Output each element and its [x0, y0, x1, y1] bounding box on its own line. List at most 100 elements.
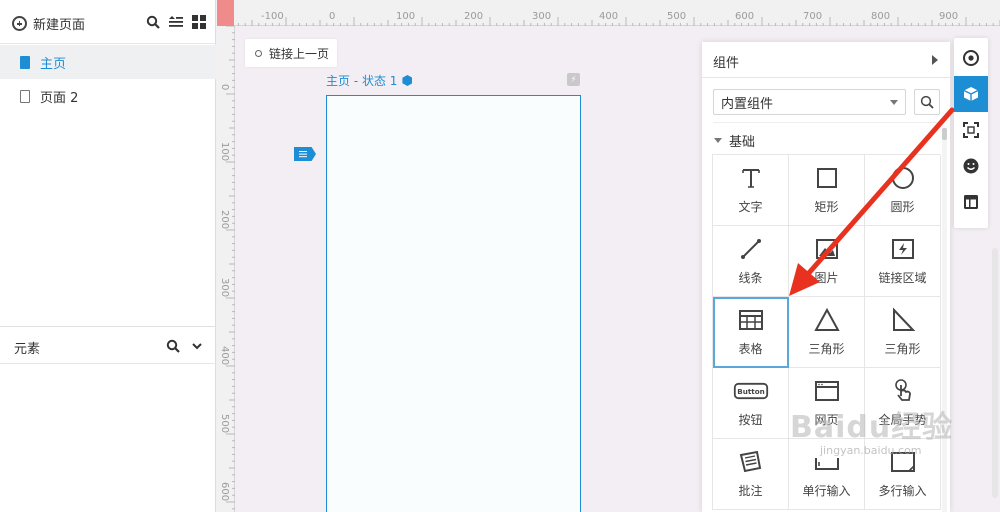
chevron-right-icon[interactable]	[932, 55, 938, 65]
ruler-label: 300	[532, 11, 552, 22]
link-area-icon	[891, 239, 914, 259]
search-icon	[920, 95, 934, 109]
gesture-icon	[894, 379, 911, 401]
ruler-label: -100	[261, 11, 284, 22]
grid-view-icon[interactable]	[192, 15, 206, 29]
ruler-label: 200	[464, 11, 484, 22]
component-scrollbar[interactable]	[942, 128, 947, 512]
webpage-icon	[814, 381, 839, 401]
component-note[interactable]: 批注	[713, 439, 789, 510]
toolbar-transform-button[interactable]	[954, 112, 988, 148]
library-select-value: 内置组件	[721, 96, 774, 112]
watermark: Baidu经验	[790, 410, 954, 445]
watermark-url: jingyan.baidu.com	[820, 444, 922, 457]
ruler-label: 0	[219, 84, 230, 91]
top-ruler: -100 0 100 200 300 400 500 600 700 800 9…	[217, 0, 1000, 26]
ruler-label: 900	[939, 11, 959, 22]
component-line[interactable]: 线条	[713, 226, 789, 297]
toolbar-target-button[interactable]	[954, 40, 988, 76]
toolbar-layout-button[interactable]	[954, 184, 988, 220]
chevron-down-icon[interactable]	[190, 339, 204, 353]
component-label: 图片	[814, 271, 839, 285]
component-search-button[interactable]	[914, 89, 940, 115]
ruler-label: 0	[329, 11, 336, 22]
component-label: 矩形	[814, 200, 839, 214]
component-label: 线条	[738, 271, 763, 285]
circle-dot-icon	[255, 49, 262, 57]
toolbar-emoji-button[interactable]	[954, 148, 988, 184]
page-item-label: 页面 2	[40, 90, 79, 106]
component-label: 三角形	[884, 342, 921, 356]
section-label: 基础	[729, 135, 756, 150]
library-select[interactable]: 内置组件	[713, 89, 906, 115]
target-icon	[963, 50, 979, 66]
new-page-button[interactable]: 新建页面	[12, 14, 85, 33]
note-icon	[739, 450, 761, 473]
ruler-label: 100	[396, 11, 416, 22]
ruler-label: 100	[219, 142, 230, 162]
transform-icon	[963, 122, 979, 138]
ruler-label: 500	[667, 11, 687, 22]
ruler-label: 600	[219, 482, 230, 502]
left-sidebar: 新建页面 主页 页面 2 元素	[0, 0, 216, 512]
state-label-text: 主页 - 状态 1	[326, 74, 398, 88]
component-link-area[interactable]: 链接区域	[865, 226, 941, 297]
component-label: 批注	[738, 484, 763, 498]
text-icon	[741, 169, 760, 188]
emoji-icon	[963, 158, 979, 174]
component-right-triangle[interactable]: 三角形	[865, 297, 941, 368]
component-circle[interactable]: 圆形	[865, 155, 941, 226]
caret-down-icon	[890, 100, 898, 105]
document-icon	[20, 55, 30, 69]
component-label: 圆形	[890, 200, 915, 214]
ruler-label: 600	[735, 11, 755, 22]
ruler-ticks	[226, 26, 235, 510]
plus-circle-icon	[12, 16, 27, 31]
ruler-label: 500	[219, 414, 230, 434]
right-triangle-icon	[892, 307, 915, 331]
component-table[interactable]: 表格	[713, 297, 789, 368]
elements-title: 元素	[14, 342, 41, 357]
sort-list-icon[interactable]	[169, 15, 183, 29]
page-scrollbar[interactable]	[992, 248, 998, 498]
component-label: 表格	[738, 342, 763, 356]
ruler-label: 200	[219, 210, 230, 230]
page-item-page2[interactable]: 页面 2	[0, 79, 216, 113]
component-text[interactable]: 文字	[713, 155, 789, 226]
flag-menu-icon[interactable]	[294, 147, 316, 161]
link-prev-label: 链接上一页	[269, 46, 330, 61]
pages-header: 新建页面	[0, 0, 216, 44]
artboard-state-label[interactable]: 主页 - 状态 1	[326, 72, 413, 89]
artboard[interactable]	[326, 95, 581, 512]
link-previous-page-button[interactable]: 链接上一页	[245, 39, 337, 67]
section-basic-toggle[interactable]: 基础	[714, 131, 755, 150]
search-icon[interactable]	[166, 339, 180, 353]
page-item-home[interactable]: 主页	[0, 45, 216, 79]
search-icon[interactable]	[146, 15, 160, 29]
component-rectangle[interactable]: 矩形	[789, 155, 865, 226]
lightning-icon[interactable]: ⚡	[567, 73, 580, 86]
line-icon	[740, 239, 761, 259]
elements-header: 元素	[0, 326, 216, 364]
left-ruler: 0 100 200 300 400 500 600	[217, 26, 235, 512]
component-label: 链接区域	[878, 271, 927, 285]
component-triangle[interactable]: 三角形	[789, 297, 865, 368]
divider	[713, 122, 939, 123]
component-button[interactable]: Button 按钮	[713, 368, 789, 439]
component-panel-header: 组件	[702, 42, 950, 78]
toolbar-components-button[interactable]	[954, 76, 988, 112]
component-label: 单行输入	[802, 484, 851, 498]
component-panel-title: 组件	[713, 56, 740, 71]
table-icon	[738, 310, 763, 330]
caret-down-icon	[714, 138, 722, 143]
ruler-label: 300	[219, 278, 230, 298]
ruler-label: 700	[803, 11, 823, 22]
component-label: 文字	[738, 200, 763, 214]
component-image[interactable]: 图片	[789, 226, 865, 297]
right-toolbar	[954, 38, 988, 228]
button-icon-text: Button	[737, 387, 765, 396]
ruler-label: 400	[219, 346, 230, 366]
ruler-label: 800	[871, 11, 891, 22]
state-hexagon-icon[interactable]	[402, 75, 413, 86]
image-icon	[815, 239, 838, 259]
